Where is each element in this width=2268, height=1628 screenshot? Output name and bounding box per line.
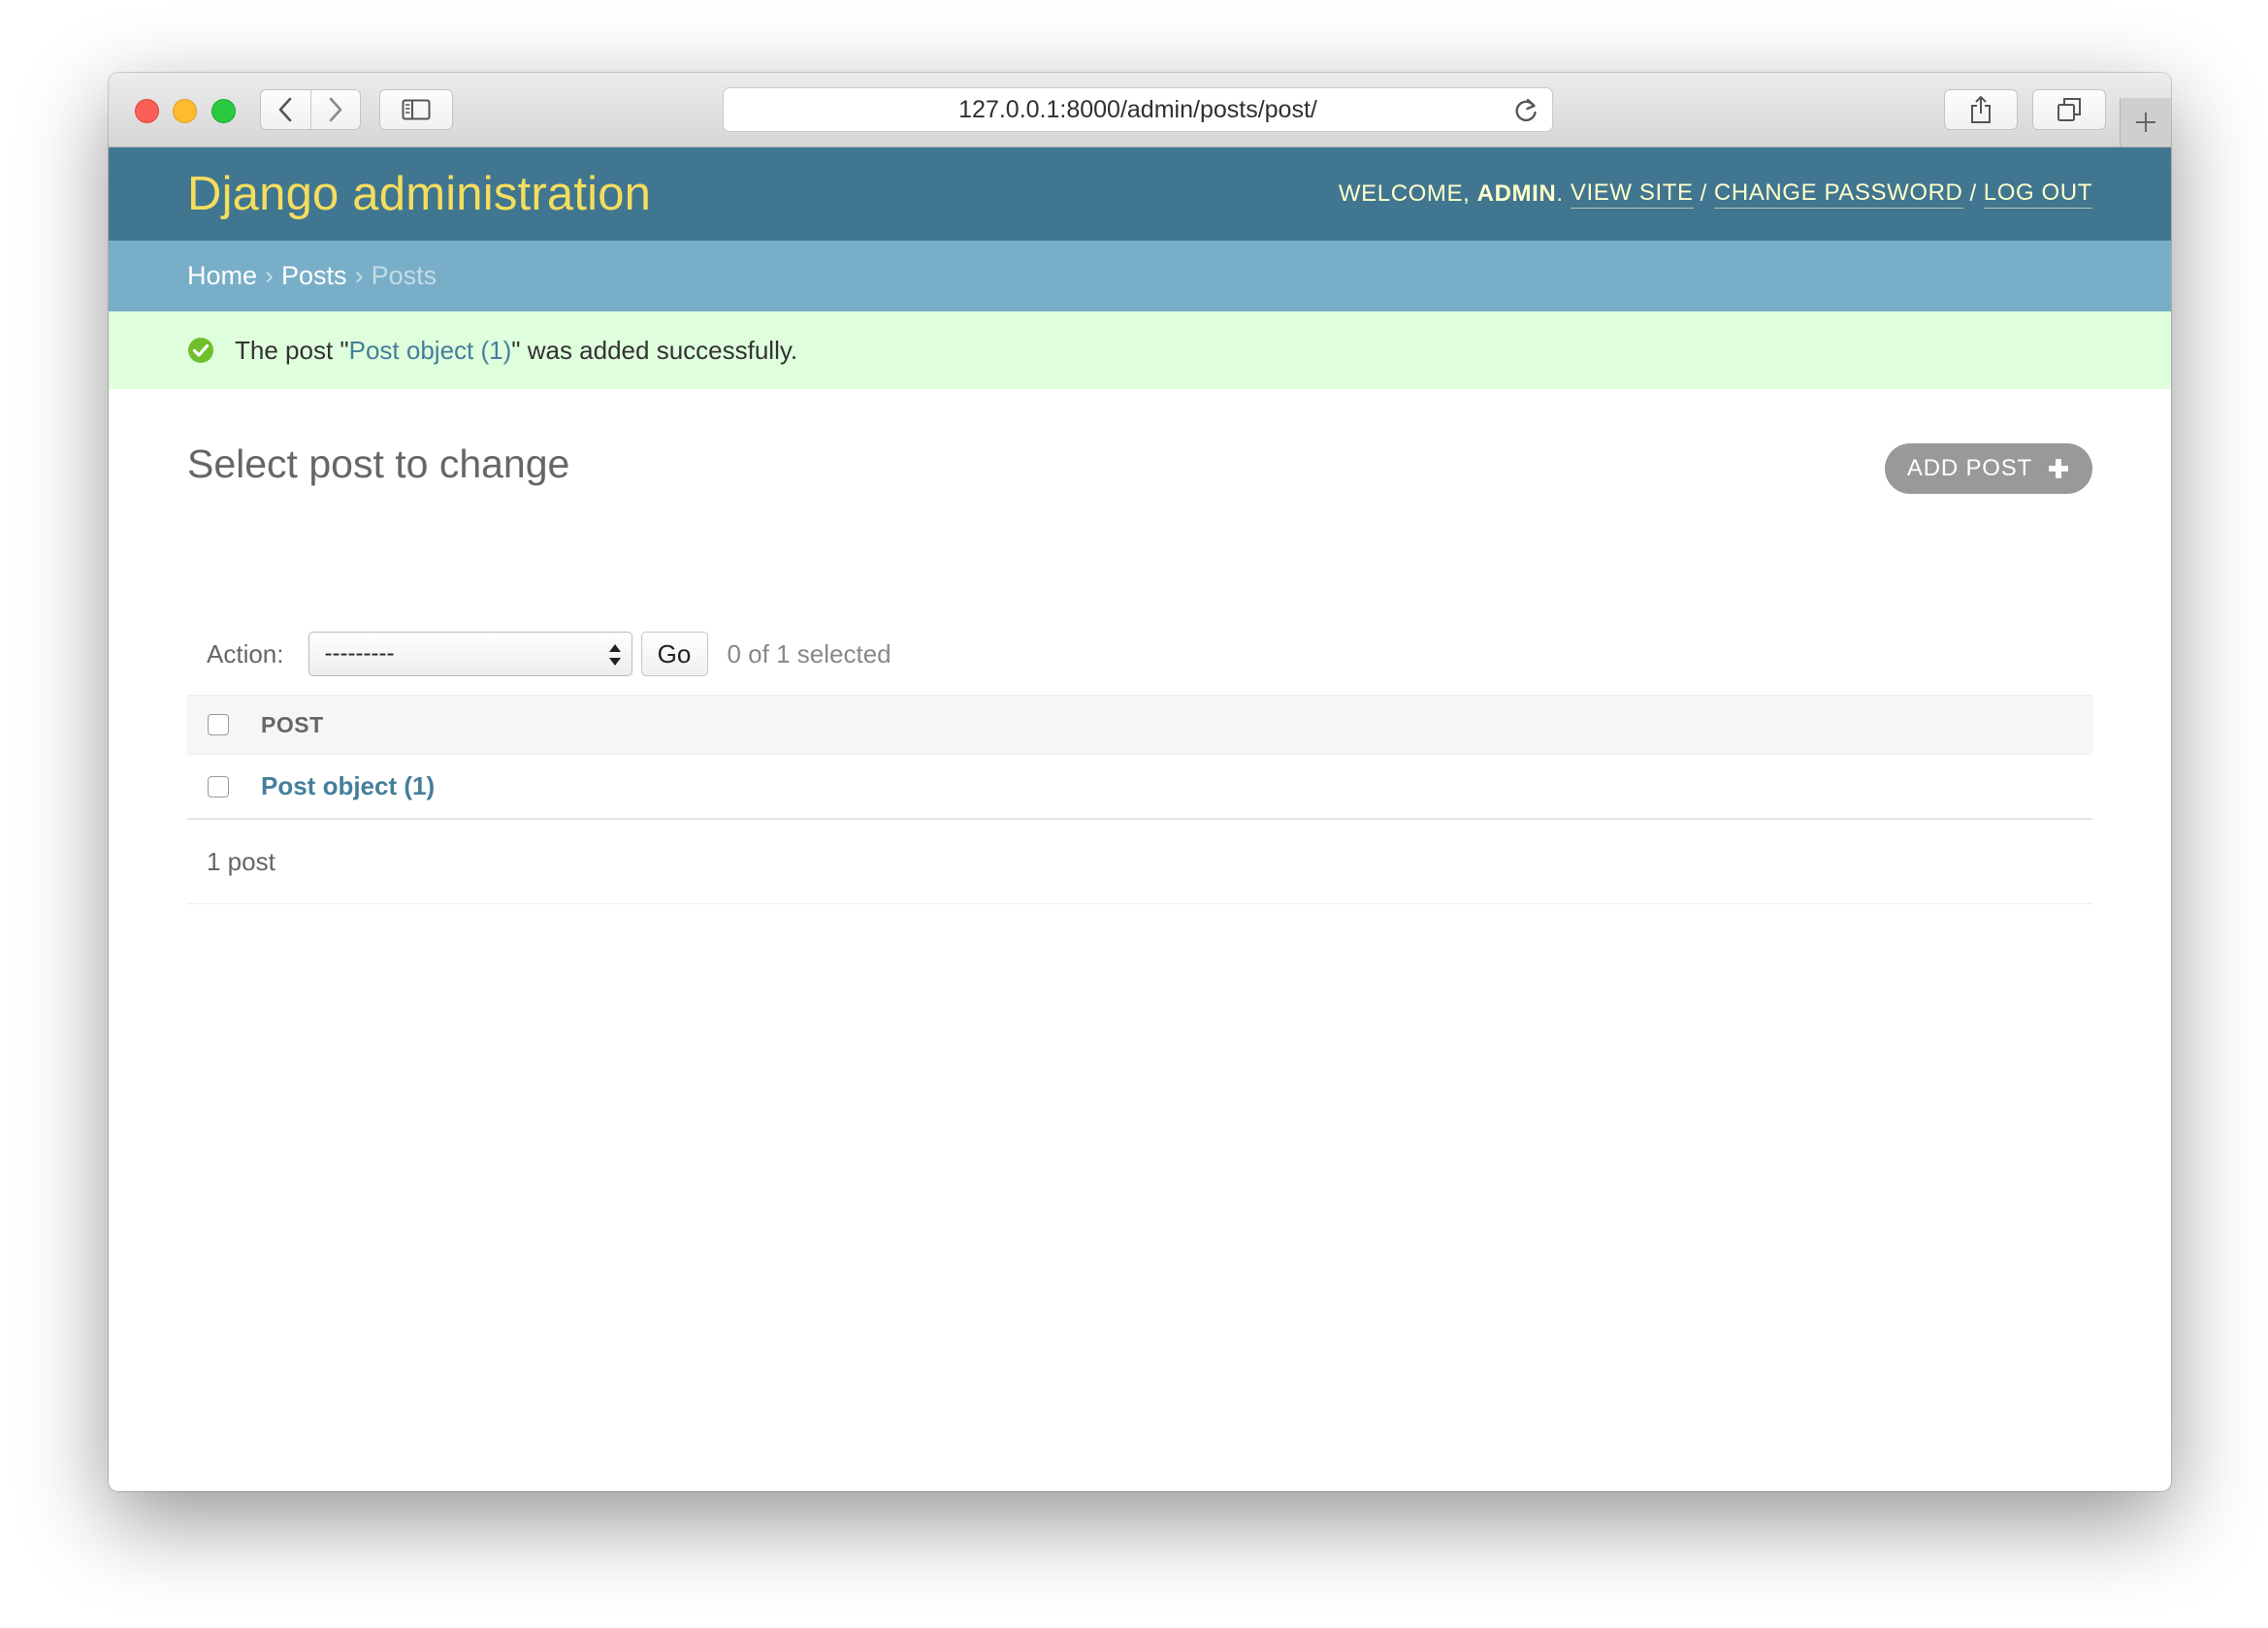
tabs-icon [2057,98,2081,121]
breadcrumb-separator: › [354,261,364,290]
selection-counter: 0 of 1 selected [727,638,891,668]
new-tab-button[interactable] [2120,98,2171,147]
minimize-window-button[interactable] [173,99,197,123]
chevron-left-icon [278,97,292,122]
breadcrumb-current: Posts [371,261,437,290]
action-select[interactable]: --------- [308,632,632,676]
log-out-link[interactable]: LOG OUT [1983,179,2092,209]
actions-bar: Action: --------- Go 0 of 1 selected [187,626,2092,682]
reload-icon [1515,98,1537,122]
plus-icon [2136,113,2155,132]
back-button[interactable] [261,90,310,129]
zoom-window-button[interactable] [211,99,236,123]
address-bar[interactable]: 127.0.0.1:8000/admin/posts/post/ [723,87,1553,132]
message-prefix: The post " [235,335,349,365]
success-message: The post " Post object (1) " was added suc… [109,311,2171,389]
results-table: POST Post object (1) 1 post [187,695,2092,904]
url-text: 127.0.0.1:8000/admin/posts/post/ [958,95,1317,123]
share-button[interactable] [1944,89,2018,130]
show-tabs-button[interactable] [2032,89,2106,130]
message-suffix: " was added successfully. [511,335,798,365]
add-post-label: ADD POST [1906,455,2032,481]
browser-window: 127.0.0.1:8000/admin/posts/post/ Django … [109,73,2171,1491]
breadcrumb-app[interactable]: Posts [281,261,347,291]
action-label: Action: [207,638,284,668]
usertools-separator: / [1969,180,1977,207]
view-site-link[interactable]: VIEW SITE [1570,179,1694,209]
site-branding[interactable]: Django administration [187,167,651,221]
plus-icon [2048,458,2069,479]
add-post-button[interactable]: ADD POST [1884,443,2092,494]
row-checkbox[interactable] [208,775,229,798]
message-object-link[interactable]: Post object (1) [349,336,512,366]
username: ADMIN [1476,180,1557,207]
column-header-post[interactable]: POST [261,712,324,738]
admin-header: Django administration WELCOME, ADMIN. VI… [109,147,2171,241]
welcome-text: WELCOME, [1338,180,1471,207]
action-select-value: --------- [324,640,395,667]
change-password-link[interactable]: CHANGE PASSWORD [1713,179,1963,209]
select-all-checkbox[interactable] [208,714,229,735]
paginator: 1 post [187,820,2092,904]
chevron-right-icon [329,97,342,122]
breadcrumb: Home › Posts › Posts [109,241,2171,311]
table-row: Post object (1) [187,755,2092,820]
breadcrumb-home[interactable]: Home [187,261,257,291]
sidebar-button[interactable] [379,89,453,130]
reload-button[interactable] [1513,97,1539,129]
user-tools: WELCOME, ADMIN. VIEW SITE / CHANGE PASSW… [1339,179,2092,209]
page-title: Select post to change [187,441,570,486]
post-object-link[interactable]: Post object (1) [261,771,435,801]
navigation-buttons [260,89,361,130]
select-arrows-icon [608,644,621,666]
forward-button[interactable] [309,90,361,129]
welcome-punctuation: . [1556,180,1564,207]
close-window-button[interactable] [135,99,159,123]
browser-toolbar: 127.0.0.1:8000/admin/posts/post/ [109,73,2171,147]
go-button[interactable]: Go [640,632,708,676]
breadcrumb-separator: › [265,261,275,290]
usertools-separator: / [1700,180,1707,207]
table-header: POST [187,695,2092,755]
checkmark-circle-icon [187,337,214,364]
sidebar-icon [402,99,431,120]
share-icon [1971,96,1991,123]
